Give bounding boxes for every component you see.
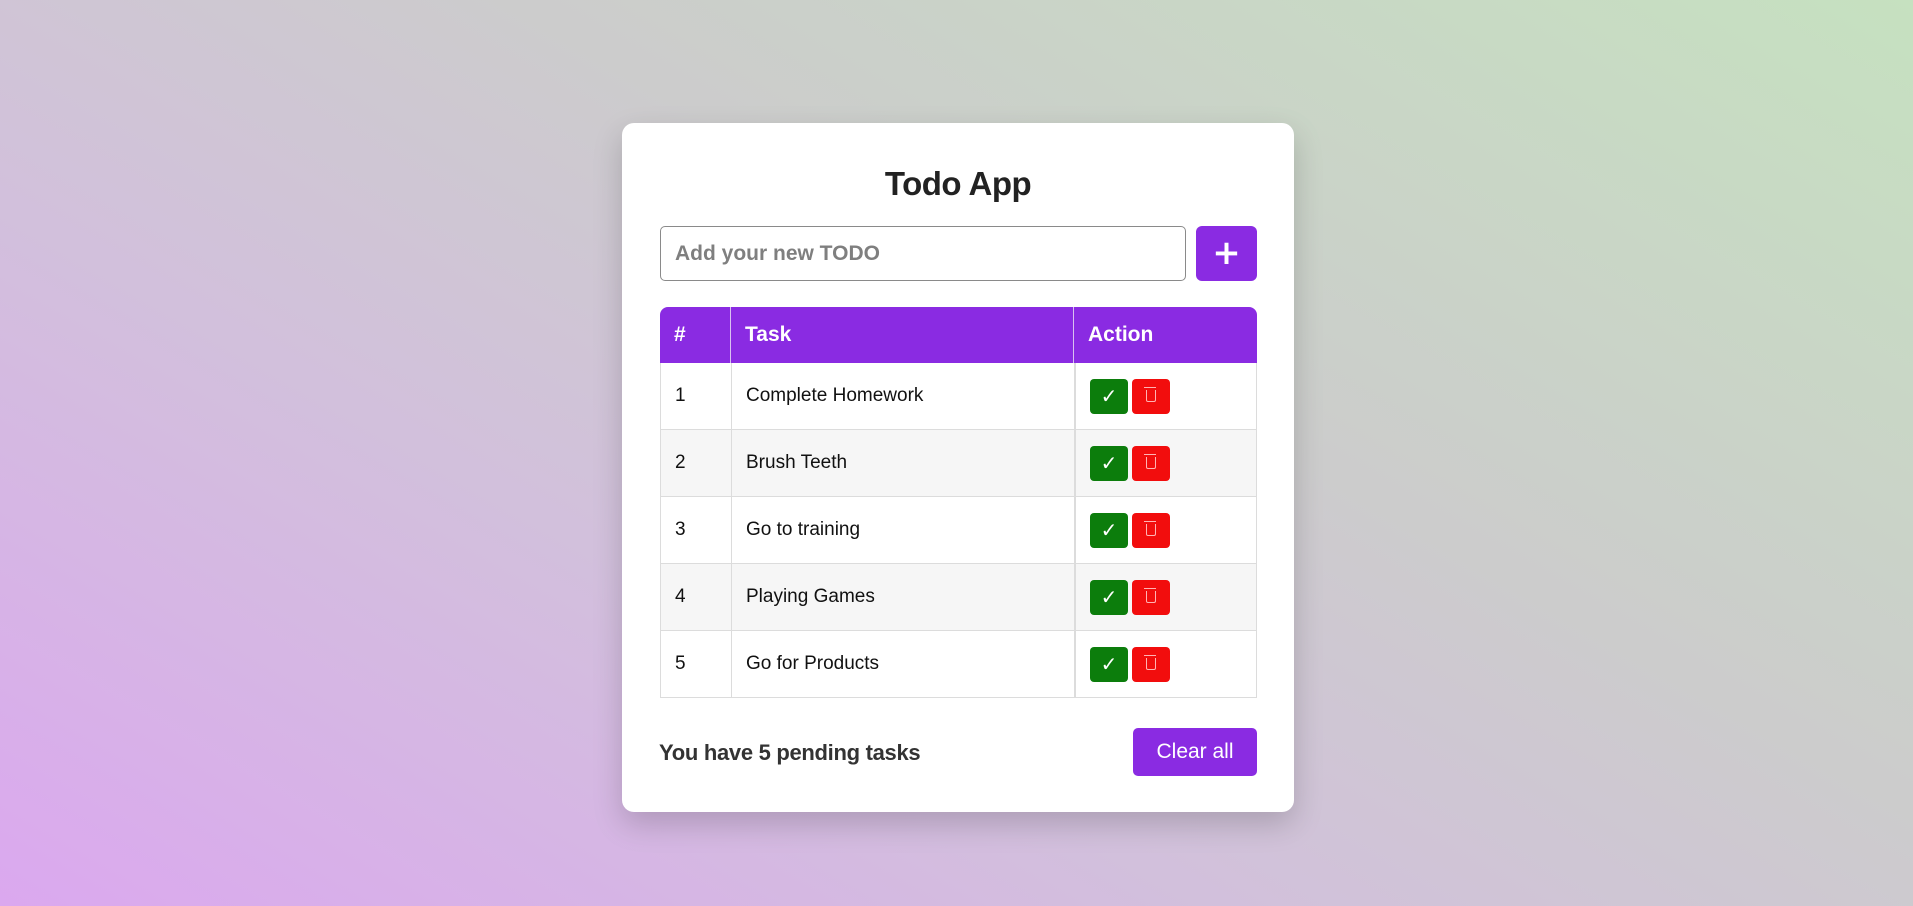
table-row: 4 Playing Games ✓ <box>660 564 1257 631</box>
task-number: 3 <box>660 497 731 564</box>
delete-button[interactable] <box>1132 646 1170 682</box>
task-number: 1 <box>660 363 731 430</box>
done-button[interactable]: ✓ <box>1090 646 1128 682</box>
task-number: 4 <box>660 564 731 631</box>
add-todo-button[interactable]: + <box>1196 226 1257 281</box>
task-text: Brush Teeth <box>731 430 1074 497</box>
task-actions: ✓ <box>1074 430 1257 497</box>
task-actions: ✓ <box>1074 564 1257 631</box>
column-header-number: # <box>660 307 731 363</box>
task-number: 2 <box>660 430 731 497</box>
delete-button[interactable] <box>1132 378 1170 414</box>
table-row: 1 Complete Homework ✓ <box>660 363 1257 430</box>
column-header-task: Task <box>731 307 1074 363</box>
table-row: 2 Brush Teeth ✓ <box>660 430 1257 497</box>
trash-icon <box>1144 386 1156 402</box>
done-button[interactable]: ✓ <box>1090 378 1128 414</box>
todo-input[interactable] <box>660 226 1186 281</box>
done-button[interactable]: ✓ <box>1090 579 1128 615</box>
done-button[interactable]: ✓ <box>1090 512 1128 548</box>
task-actions: ✓ <box>1074 497 1257 564</box>
task-number: 5 <box>660 631 731 698</box>
column-header-action: Action <box>1074 307 1257 363</box>
task-text: Go for Products <box>731 631 1074 698</box>
todo-table: # Task Action 1 Complete Homework ✓ 2 Br… <box>660 307 1257 698</box>
pending-count: You have 5 pending tasks <box>659 740 921 765</box>
trash-icon <box>1144 587 1156 603</box>
table-row: 3 Go to training ✓ <box>660 497 1257 564</box>
delete-button[interactable] <box>1132 512 1170 548</box>
task-text: Complete Homework <box>731 363 1074 430</box>
trash-icon <box>1144 654 1156 670</box>
clear-all-button[interactable]: Clear all <box>1133 728 1257 776</box>
done-button[interactable]: ✓ <box>1090 445 1128 481</box>
trash-icon <box>1144 520 1156 536</box>
table-row: 5 Go for Products ✓ <box>660 631 1257 698</box>
task-text: Go to training <box>731 497 1074 564</box>
table-header-row: # Task Action <box>660 307 1257 363</box>
task-text: Playing Games <box>731 564 1074 631</box>
task-actions: ✓ <box>1074 631 1257 698</box>
todo-card: Todo App + # Task Action 1 Complete Home… <box>622 123 1294 812</box>
task-actions: ✓ <box>1074 363 1257 430</box>
delete-button[interactable] <box>1132 445 1170 481</box>
page-title: Todo App <box>884 165 1032 202</box>
delete-button[interactable] <box>1132 579 1170 615</box>
trash-icon <box>1144 453 1156 469</box>
